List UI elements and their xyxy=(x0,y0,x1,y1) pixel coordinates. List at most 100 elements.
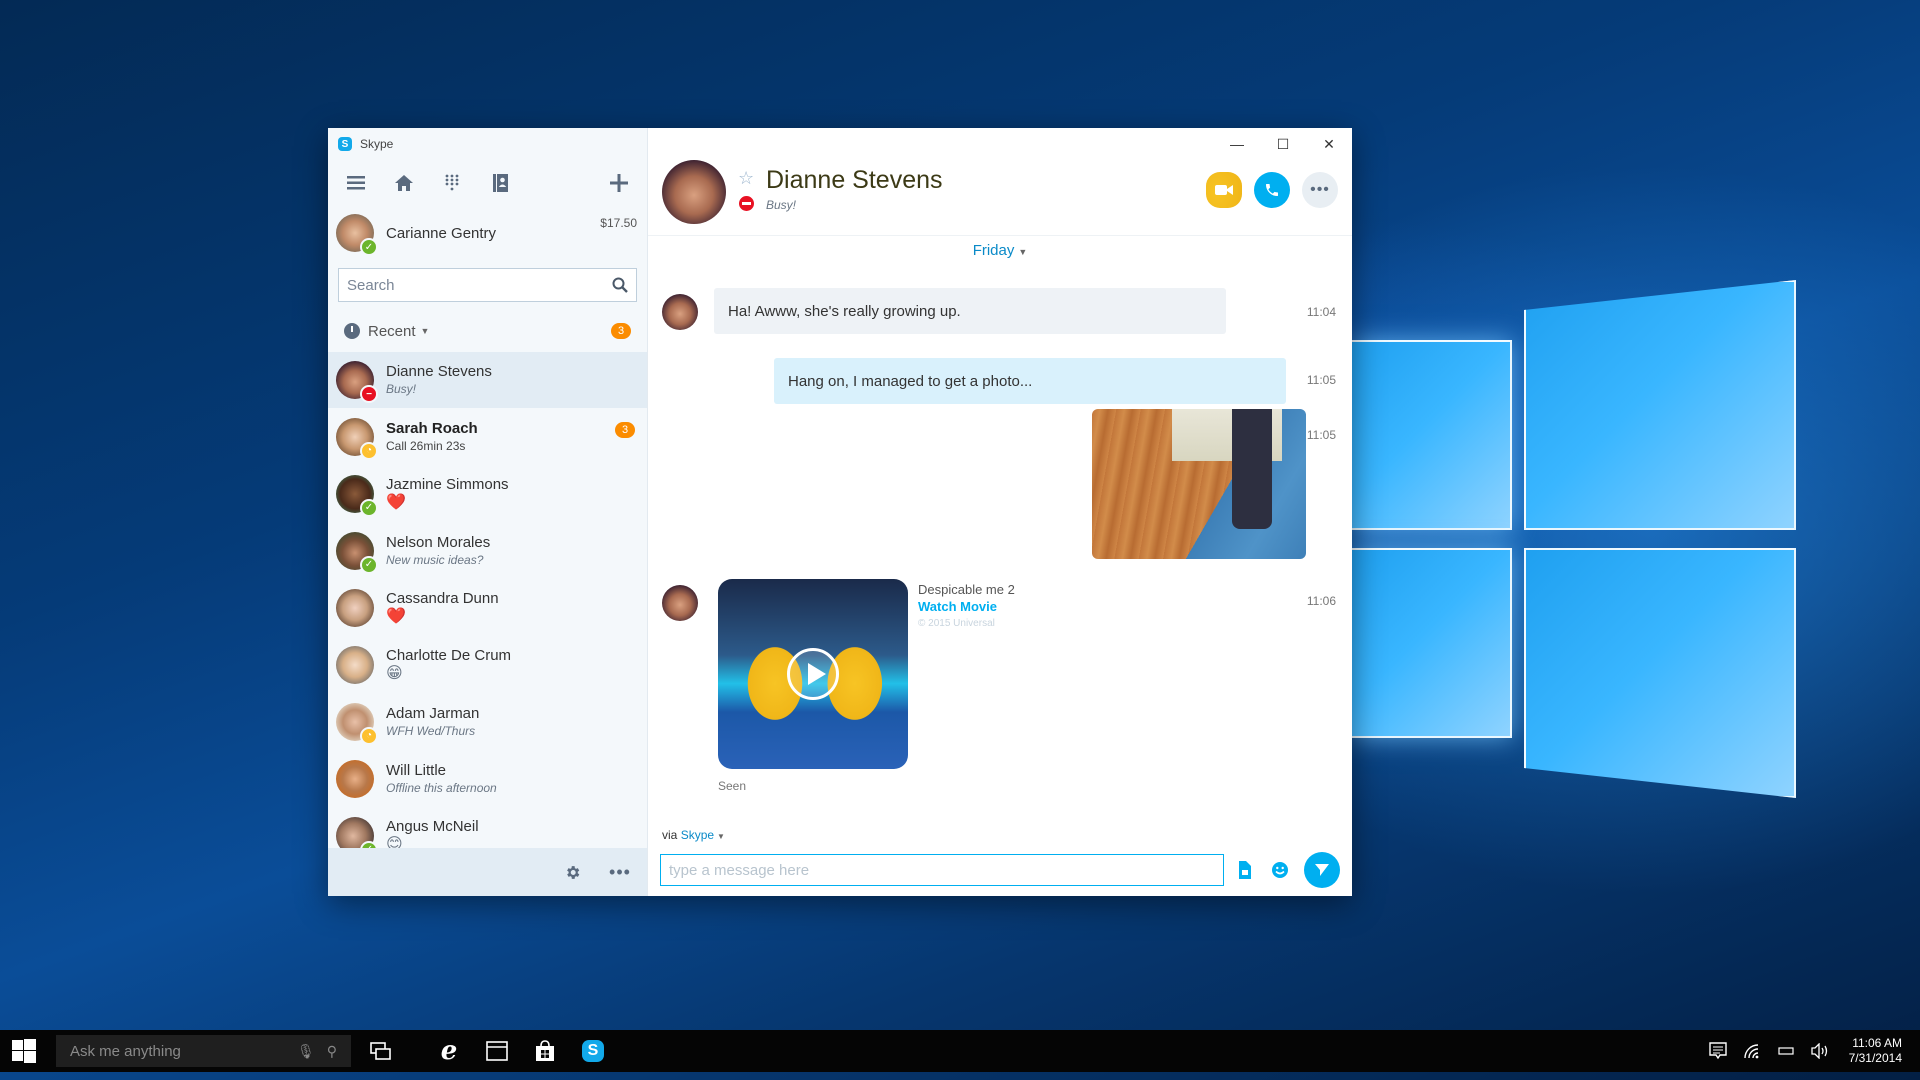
start-button[interactable] xyxy=(0,1030,48,1072)
via-prefix: via xyxy=(662,828,678,842)
online-status-icon: ✓ xyxy=(360,238,378,256)
contact-avatar: ◔ xyxy=(336,417,378,460)
clock-date: 7/31/2014 xyxy=(1848,1051,1902,1065)
skype-credit-balance[interactable]: $17.50 xyxy=(600,216,637,230)
sun-emoji-icon: 😊 xyxy=(386,835,403,849)
menu-button[interactable] xyxy=(338,165,374,201)
phone-icon xyxy=(1266,184,1278,196)
my-profile[interactable]: ✓ Carianne Gentry $17.50 xyxy=(328,206,647,260)
watch-movie-link[interactable]: Watch Movie xyxy=(918,599,997,614)
contacts-button[interactable] xyxy=(482,165,518,201)
send-button[interactable] xyxy=(1304,852,1340,888)
speaker-icon xyxy=(1810,1043,1827,1059)
taskbar-app-store[interactable] xyxy=(521,1030,569,1072)
dialpad-button[interactable] xyxy=(434,165,470,201)
seen-indicator: Seen xyxy=(718,779,747,793)
sender-avatar xyxy=(662,294,698,330)
contact-item[interactable]: Charlotte De Crum 😁 xyxy=(328,636,647,693)
profile-avatar: ✓ xyxy=(336,214,378,256)
contact-item[interactable]: Will Little Offline this afternoon xyxy=(328,750,647,807)
battery-icon xyxy=(1778,1047,1794,1055)
taskbar-app-file-explorer[interactable] xyxy=(473,1030,521,1072)
message-bubble-incoming: Ha! Awww, she's really growing up. xyxy=(714,288,1226,334)
message-time: 11:05 xyxy=(1306,373,1336,387)
more-actions-button[interactable]: ••• xyxy=(1302,172,1338,208)
message-time: 11:05 xyxy=(1306,428,1336,442)
task-view-button[interactable] xyxy=(357,1030,405,1072)
contact-item[interactable]: ✓ Nelson Morales New music ideas? xyxy=(328,522,647,579)
windows-logo-icon xyxy=(12,1039,36,1063)
contact-item[interactable]: ◔ Sarah Roach Call 26min 23s 3 xyxy=(328,408,647,465)
more-options-button[interactable]: ••• xyxy=(605,857,635,887)
contact-item[interactable]: − Dianne Stevens Busy! xyxy=(328,352,647,408)
contact-name: Adam Jarman xyxy=(386,704,480,722)
video-copyright: © 2015 Universal xyxy=(918,618,995,629)
video-thumbnail[interactable] xyxy=(718,579,908,769)
contact-item[interactable]: ✓ Jazmine Simmons ❤️ xyxy=(328,465,647,522)
unread-badge: 3 xyxy=(615,422,635,438)
via-service-link[interactable]: Skype xyxy=(681,828,714,842)
contact-item[interactable]: ✓ Angus McNeil 😊 xyxy=(328,807,647,848)
contact-name: Will Little xyxy=(386,761,447,779)
title-bar[interactable]: S Skype xyxy=(328,128,647,160)
add-button[interactable] xyxy=(601,165,637,201)
contact-item[interactable]: Cassandra Dunn ❤️ xyxy=(328,579,647,636)
online-status-icon: ✓ xyxy=(360,840,378,848)
contact-mood: Busy! xyxy=(766,198,797,212)
battery-button[interactable] xyxy=(1769,1030,1803,1072)
cortana-search-input[interactable] xyxy=(70,1042,285,1060)
network-button[interactable] xyxy=(1735,1030,1769,1072)
video-call-button[interactable] xyxy=(1206,172,1242,208)
wallpaper-pane xyxy=(1352,340,1512,530)
send-file-icon xyxy=(1239,861,1251,879)
contact-avatar xyxy=(336,759,374,798)
contact-mood: New music ideas? xyxy=(386,552,484,567)
video-title: Despicable me 2 xyxy=(918,582,1015,597)
skype-window: S Skype ✓ Carianne Gentry $17.50 Search … xyxy=(328,128,1352,896)
app-title: Skype xyxy=(360,137,394,151)
busy-status-icon: − xyxy=(360,385,378,403)
taskbar-app-skype[interactable]: S xyxy=(569,1030,617,1072)
send-via-selector[interactable]: via Skype ▼ xyxy=(662,828,725,842)
system-tray: 11:06 AM 7/31/2014 xyxy=(1701,1030,1920,1072)
microphone-icon[interactable]: 🎙 xyxy=(297,1043,315,1060)
away-status-icon: ◔ xyxy=(360,726,378,745)
notification-icon xyxy=(1708,1042,1727,1060)
message-bubble-outgoing: Hang on, I managed to get a photo... xyxy=(774,358,1286,404)
photo-subject xyxy=(1232,409,1272,529)
heart-emoji-icon: ❤️ xyxy=(386,607,406,625)
search-input[interactable] xyxy=(347,276,612,294)
taskbar-app-edge[interactable]: e xyxy=(425,1030,473,1072)
action-center-button[interactable] xyxy=(1701,1030,1735,1072)
contact-list: − Dianne Stevens Busy! ◔ Sarah Roach Cal… xyxy=(328,352,647,848)
settings-button[interactable] xyxy=(557,857,587,887)
add-icon xyxy=(610,174,628,192)
volume-button[interactable] xyxy=(1803,1030,1837,1072)
favorite-star-icon[interactable]: ☆ xyxy=(738,168,754,189)
send-file-button[interactable] xyxy=(1232,858,1256,882)
search-icon[interactable]: ⚲ xyxy=(327,1043,337,1060)
heart-emoji-icon: ❤️ xyxy=(386,493,406,511)
day-divider[interactable]: Friday ▼ xyxy=(648,242,1352,259)
shared-photo[interactable] xyxy=(1092,409,1306,559)
desktop-wallpaper-logo xyxy=(1352,280,1802,800)
search-icon[interactable] xyxy=(612,277,628,293)
emoticon-button[interactable] xyxy=(1268,858,1292,882)
taskbar-clock[interactable]: 11:06 AM 7/31/2014 xyxy=(1849,1036,1902,1066)
contact-avatar-large[interactable] xyxy=(662,160,726,224)
sidebar: S Skype ✓ Carianne Gentry $17.50 Search … xyxy=(328,128,648,896)
home-button[interactable] xyxy=(386,165,422,201)
recent-filter[interactable]: Recent ▼ 3 xyxy=(328,306,647,356)
audio-call-button[interactable] xyxy=(1254,172,1290,208)
video-camera-icon xyxy=(1215,185,1233,195)
wifi-icon xyxy=(1743,1044,1759,1059)
play-icon[interactable] xyxy=(787,648,839,700)
contact-name: Dianne Stevens xyxy=(386,363,492,380)
message-input[interactable] xyxy=(669,861,1215,879)
gear-icon xyxy=(566,865,579,879)
wallpaper-pane xyxy=(1524,548,1796,798)
contact-avatar: − xyxy=(336,361,378,403)
skype-icon: S xyxy=(582,1040,604,1062)
contact-item[interactable]: ◔ Adam Jarman WFH Wed/Thurs xyxy=(328,693,647,750)
task-view-icon xyxy=(370,1042,391,1060)
